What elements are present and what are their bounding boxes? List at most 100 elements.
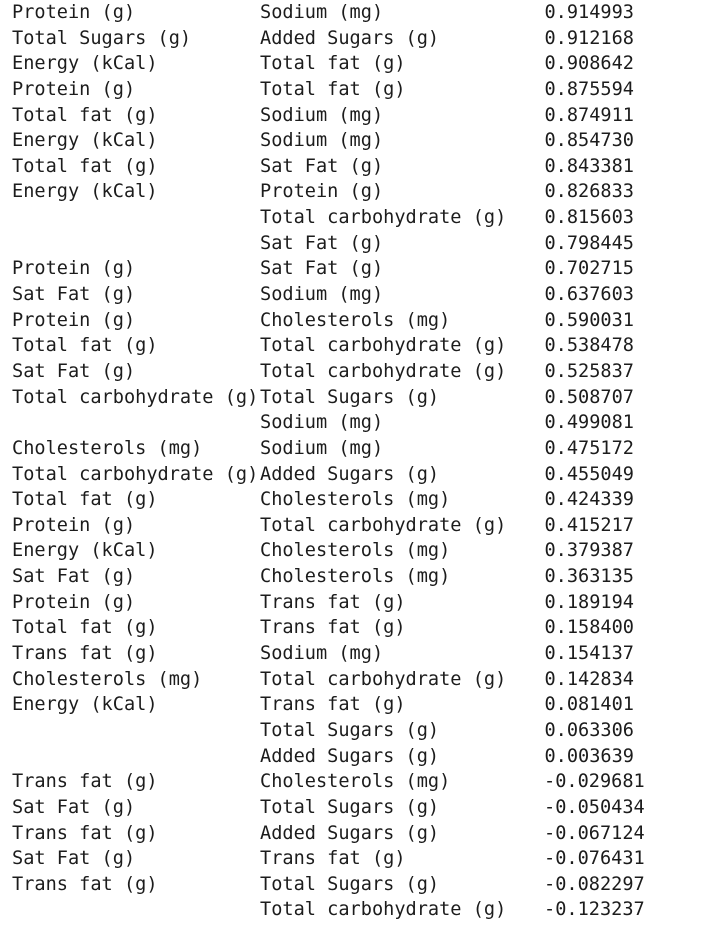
feature-b-cell: Cholesterols (mg) — [260, 309, 451, 331]
table-row: Energy (kCal) Sodium (mg) 0.854730 — [0, 128, 707, 154]
feature-a-cell: Protein (g) — [12, 78, 136, 100]
correlation-value-cell: 0.538478 — [544, 335, 634, 357]
correlation-value-cell: 0.363135 — [544, 566, 634, 588]
table-row: Energy (kCal) Protein (g) 0.826833 — [0, 179, 707, 205]
table-row: Sat Fat (g) Cholesterols (mg) 0.363135 — [0, 564, 707, 590]
correlation-value-cell: 0.637603 — [544, 284, 634, 306]
feature-a-cell: Sat Fat (g) — [12, 566, 136, 588]
correlation-value-cell: 0.499081 — [544, 412, 634, 434]
correlation-value-cell: 0.379387 — [544, 540, 634, 562]
feature-b-cell: Cholesterols (mg) — [260, 771, 451, 793]
feature-b-cell: Sodium (mg) — [260, 412, 384, 434]
table-row: Sodium (mg) 0.499081 — [0, 410, 707, 436]
table-row: Total carbohydrate (g) -0.123237 — [0, 897, 707, 923]
correlation-value-cell: 0.063306 — [544, 719, 634, 741]
table-row: Trans fat (g) Total Sugars (g) -0.082297 — [0, 872, 707, 898]
correlation-value-cell: 0.158400 — [544, 617, 634, 639]
feature-b-cell: Sodium (mg) — [260, 130, 384, 152]
table-row: Protein (g) Sodium (mg) 0.914993 — [0, 0, 707, 26]
table-row: Total fat (g) Cholesterols (mg) 0.424339 — [0, 487, 707, 513]
feature-b-cell: Total Sugars (g) — [260, 873, 440, 895]
feature-a-cell: Cholesterols (mg) — [12, 437, 203, 459]
table-row: Sat Fat (g) Trans fat (g) -0.076431 — [0, 846, 707, 872]
feature-a-cell: Total fat (g) — [12, 155, 158, 177]
feature-b-cell: Sodium (mg) — [260, 104, 384, 126]
feature-b-cell: Total fat (g) — [260, 53, 406, 75]
table-row: Total Sugars (g) 0.063306 — [0, 718, 707, 744]
feature-a-cell: Total fat (g) — [12, 335, 158, 357]
table-row: Energy (kCal) Cholesterols (mg) 0.379387 — [0, 538, 707, 564]
feature-b-cell: Total carbohydrate (g) — [260, 207, 507, 229]
table-row: Total fat (g) Sat Fat (g) 0.843381 — [0, 154, 707, 180]
correlation-value-cell: 0.003639 — [544, 745, 634, 767]
feature-b-cell: Sat Fat (g) — [260, 232, 384, 254]
correlation-value-cell: 0.874911 — [544, 104, 634, 126]
feature-b-cell: Added Sugars (g) — [260, 822, 440, 844]
feature-b-cell: Total carbohydrate (g) — [260, 514, 507, 536]
table-row: Energy (kCal) Trans fat (g) 0.081401 — [0, 692, 707, 718]
correlation-value-cell: 0.912168 — [544, 27, 634, 49]
correlation-value-cell: -0.050434 — [544, 796, 645, 818]
table-row: Trans fat (g) Cholesterols (mg) -0.029681 — [0, 769, 707, 795]
table-row: Sat Fat (g) Sodium (mg) 0.637603 — [0, 282, 707, 308]
correlation-value-cell: 0.189194 — [544, 591, 634, 613]
correlation-value-cell: 0.798445 — [544, 232, 634, 254]
feature-a-cell: Total fat (g) — [12, 489, 158, 511]
feature-a-cell: Sat Fat (g) — [12, 848, 136, 870]
feature-b-cell: Trans fat (g) — [260, 694, 406, 716]
correlation-value-cell: 0.908642 — [544, 53, 634, 75]
correlation-table: Protein (g) Sodium (mg) 0.914993 Total Suga… — [0, 0, 707, 923]
feature-a-cell: Protein (g) — [12, 2, 136, 23]
feature-a-cell: Energy (kCal) — [12, 53, 158, 75]
table-row: Cholesterols (mg) Total carbohydrate (g) 0… — [0, 667, 707, 693]
table-row: Total carbohydrate (g) Added Sugars (g) 0.… — [0, 462, 707, 488]
correlation-value-cell: 0.702715 — [544, 258, 634, 280]
feature-b-cell: Total Sugars (g) — [260, 719, 440, 741]
table-row: Protein (g) Total carbohydrate (g) 0.41521… — [0, 513, 707, 539]
table-row: Protein (g) Total fat (g) 0.875594 — [0, 77, 707, 103]
table-row: Cholesterols (mg) Sodium (mg) 0.475172 — [0, 436, 707, 462]
feature-a-cell: Trans fat (g) — [12, 822, 158, 844]
correlation-value-cell: 0.415217 — [544, 514, 634, 536]
feature-a-cell: Energy (kCal) — [12, 181, 158, 203]
feature-a-cell: Sat Fat (g) — [12, 360, 136, 382]
feature-b-cell: Sat Fat (g) — [260, 155, 384, 177]
feature-a-cell: Sat Fat (g) — [12, 284, 136, 306]
feature-a-cell: Protein (g) — [12, 514, 136, 536]
table-row: Total fat (g) Trans fat (g) 0.158400 — [0, 615, 707, 641]
feature-b-cell: Total carbohydrate (g) — [260, 335, 507, 357]
table-row: Sat Fat (g) 0.798445 — [0, 231, 707, 257]
feature-a-cell: Trans fat (g) — [12, 643, 158, 665]
feature-b-cell: Total Sugars (g) — [260, 796, 440, 818]
table-row: Total fat (g) Sodium (mg) 0.874911 — [0, 103, 707, 129]
table-row: Total fat (g) Total carbohydrate (g) 0.538… — [0, 333, 707, 359]
feature-b-cell: Protein (g) — [260, 181, 384, 203]
feature-a-cell: Total fat (g) — [12, 104, 158, 126]
correlation-value-cell: -0.123237 — [544, 899, 645, 921]
feature-b-cell: Sodium (mg) — [260, 437, 384, 459]
feature-b-cell: Sodium (mg) — [260, 643, 384, 665]
table-row: Added Sugars (g) 0.003639 — [0, 744, 707, 770]
table-row: Total Sugars (g) Added Sugars (g) 0.912168 — [0, 26, 707, 52]
correlation-value-cell: 0.475172 — [544, 437, 634, 459]
feature-b-cell: Cholesterols (mg) — [260, 540, 451, 562]
correlation-value-cell: -0.082297 — [544, 873, 645, 895]
feature-a-cell: Total fat (g) — [12, 617, 158, 639]
feature-a-cell: Protein (g) — [12, 591, 136, 613]
feature-a-cell: Protein (g) — [12, 309, 136, 331]
feature-b-cell: Trans fat (g) — [260, 591, 406, 613]
correlation-value-cell: 0.142834 — [544, 668, 634, 690]
feature-b-cell: Added Sugars (g) — [260, 463, 440, 485]
feature-a-cell: Energy (kCal) — [12, 540, 158, 562]
feature-b-cell: Trans fat (g) — [260, 617, 406, 639]
table-row: Energy (kCal) Total fat (g) 0.908642 — [0, 51, 707, 77]
feature-a-cell: Trans fat (g) — [12, 873, 158, 895]
correlation-value-cell: -0.076431 — [544, 848, 645, 870]
feature-b-cell: Total carbohydrate (g) — [260, 360, 507, 382]
table-row: Total carbohydrate (g) 0.815603 — [0, 205, 707, 231]
feature-b-cell: Cholesterols (mg) — [260, 566, 451, 588]
correlation-value-cell: 0.815603 — [544, 207, 634, 229]
table-row: Protein (g) Sat Fat (g) 0.702715 — [0, 256, 707, 282]
feature-b-cell: Total fat (g) — [260, 78, 406, 100]
correlation-value-cell: 0.424339 — [544, 489, 634, 511]
